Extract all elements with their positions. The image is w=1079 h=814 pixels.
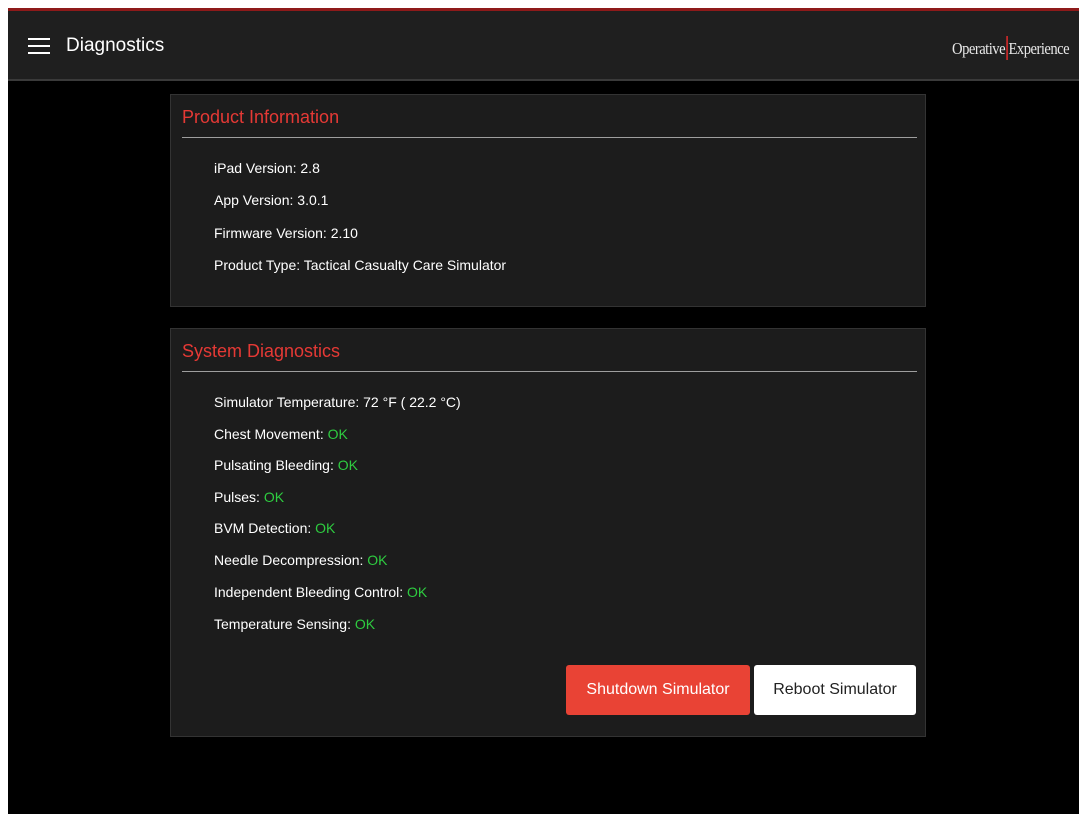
product-information-title: Product Information xyxy=(182,107,340,127)
chest-movement-label: Chest Movement: xyxy=(214,426,328,442)
bvm-detection-label: BVM Detection: xyxy=(214,520,316,536)
app-header: Diagnostics Operative Experience xyxy=(8,11,1079,81)
firmware-version-label: Firmware Version: xyxy=(214,225,331,241)
simulator-temperature-label: Simulator Temperature: xyxy=(214,394,364,410)
shutdown-simulator-button[interactable]: Shutdown Simulator xyxy=(566,665,750,715)
temperature-sensing-label: Temperature Sensing: xyxy=(214,616,355,632)
simulator-temperature-row: Simulator Temperature: 72 °F ( 22.2 °C) xyxy=(214,393,461,411)
chest-movement-row: Chest Movement: OK xyxy=(214,425,348,443)
app-version-label: App Version: xyxy=(214,192,298,208)
needle-decompression-row: Needle Decompression: OK xyxy=(214,551,388,569)
ipad-version-row: iPad Version: 2.8 xyxy=(214,159,320,177)
product-information-card: Product Information iPad Version: 2.8 Ap… xyxy=(170,94,926,307)
product-type-value: Tactical Casualty Care Simulator xyxy=(303,257,507,273)
app-version-value: 3.0.1 xyxy=(297,192,329,208)
firmware-version-row: Firmware Version: 2.10 xyxy=(214,224,358,242)
pulses-label: Pulses: xyxy=(214,489,264,505)
ipad-version-label: iPad Version: xyxy=(214,160,301,176)
status-ok: OK xyxy=(315,520,336,536)
reboot-simulator-button[interactable]: Reboot Simulator xyxy=(754,665,916,715)
simulator-temperature-value: 72 °F ( 22.2 °C) xyxy=(363,394,461,410)
independent-bleeding-control-label: Independent Bleeding Control: xyxy=(214,584,408,600)
status-ok: OK xyxy=(407,584,428,600)
independent-bleeding-control-row: Independent Bleeding Control: OK xyxy=(214,583,427,601)
status-ok: OK xyxy=(354,616,376,632)
product-type-label: Product Type: xyxy=(214,257,304,273)
section-divider xyxy=(182,137,917,138)
diagnostics-screen: Diagnostics Operative Experience Product … xyxy=(8,8,1079,814)
pulsating-bleeding-row: Pulsating Bleeding: OK xyxy=(214,456,358,474)
product-type-row: Product Type: Tactical Casualty Care Sim… xyxy=(214,256,506,274)
status-ok: OK xyxy=(337,457,358,473)
status-ok: OK xyxy=(327,426,348,442)
page-title: Diagnostics xyxy=(66,35,165,56)
brand-logo: Operative Experience xyxy=(951,36,1070,60)
system-diagnostics-card: System Diagnostics Simulator Temperature… xyxy=(170,328,926,737)
bvm-detection-row: BVM Detection: OK xyxy=(214,519,335,537)
ipad-version-value: 2.8 xyxy=(300,160,320,176)
needle-decompression-label: Needle Decompression: xyxy=(214,552,368,568)
system-diagnostics-title: System Diagnostics xyxy=(182,341,341,361)
status-ok: OK xyxy=(367,552,388,568)
brand-logo-right-text: Experience xyxy=(1008,39,1069,58)
temperature-sensing-row: Temperature Sensing: OK xyxy=(214,615,375,633)
pulses-row: Pulses: OK xyxy=(214,488,284,506)
brand-divider xyxy=(1005,36,1008,60)
app-version-row: App Version: 3.0.1 xyxy=(214,191,328,209)
hamburger-menu-icon[interactable] xyxy=(28,38,50,54)
pulsating-bleeding-label: Pulsating Bleeding: xyxy=(214,457,338,473)
status-ok: OK xyxy=(263,489,285,505)
section-divider xyxy=(182,371,917,372)
brand-logo-left-text: Operative xyxy=(951,39,1006,58)
firmware-version-value: 2.10 xyxy=(330,225,358,241)
